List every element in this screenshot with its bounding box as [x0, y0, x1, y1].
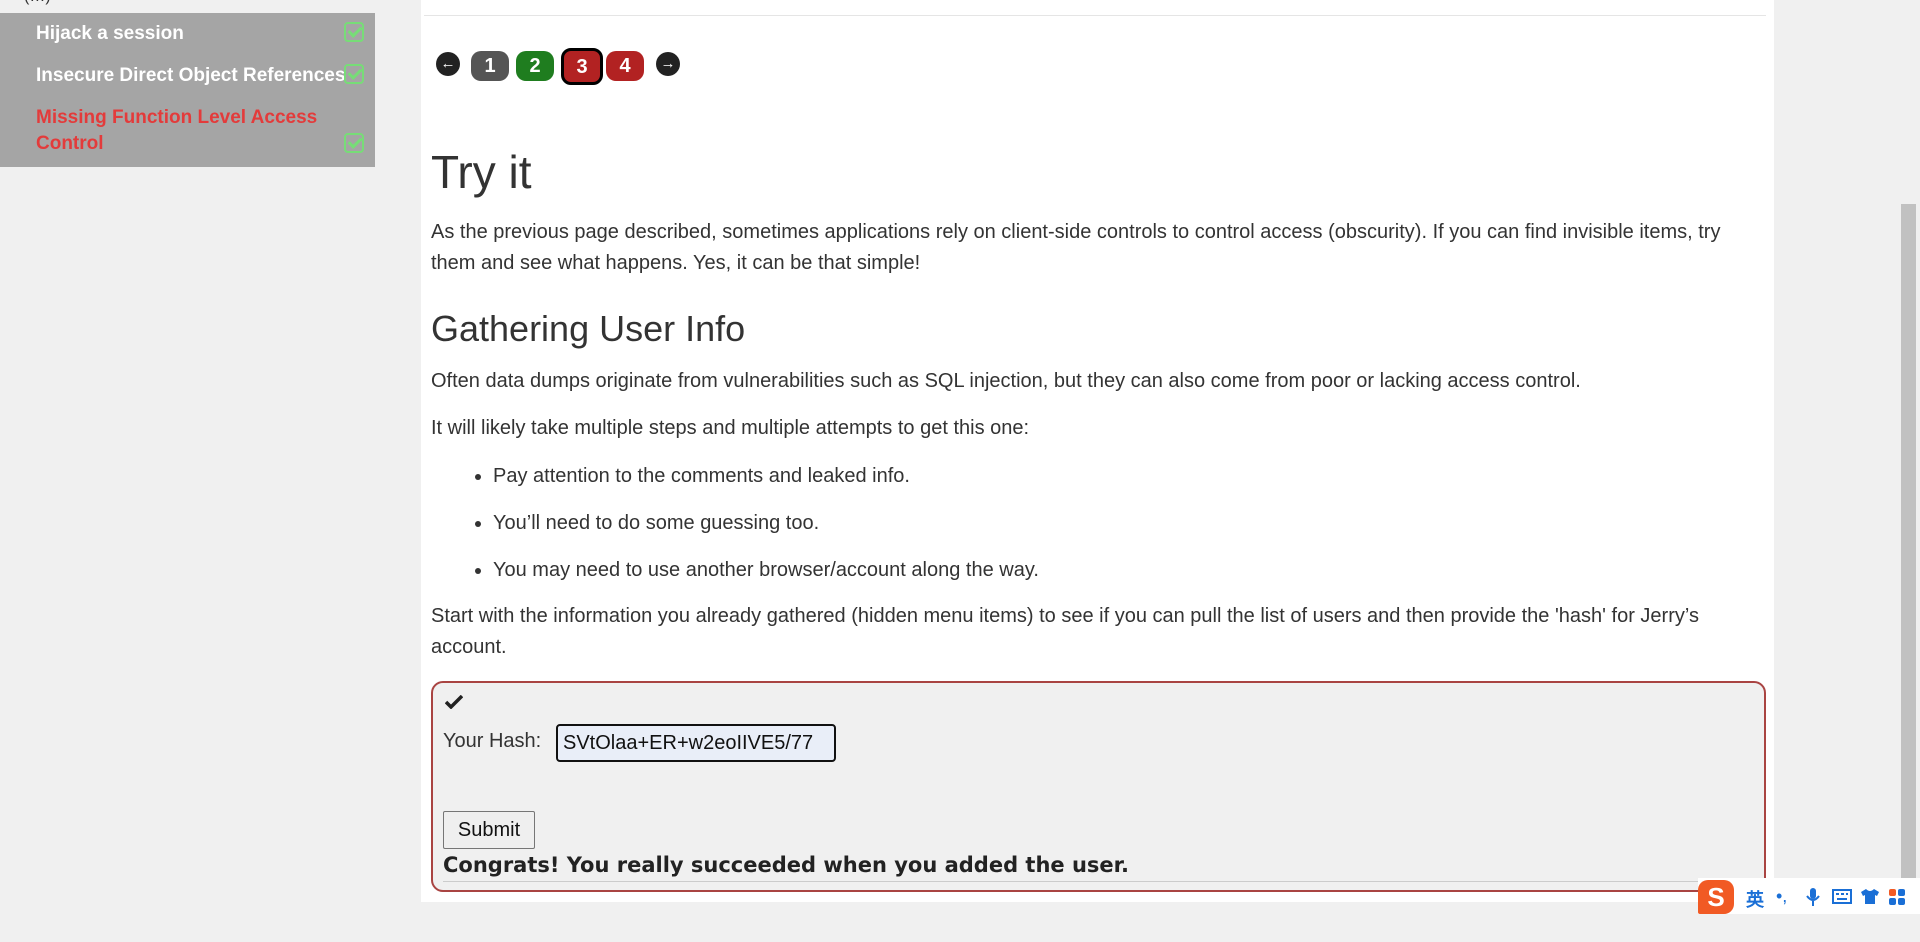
page-title: Try it [431, 146, 532, 198]
paragraph: It will likely take multiple steps and m… [431, 417, 1030, 439]
hash-label: Your Hash: [443, 730, 542, 752]
feedback-message: Congrats! You really succeeded when you … [443, 853, 1129, 877]
page-button-3-current[interactable]: 3 [561, 48, 603, 85]
sidebar-item-idor[interactable]: Insecure Direct Object References [36, 63, 345, 89]
ime-punctuation-toggle[interactable]: •, [1776, 886, 1787, 907]
section-heading: Gathering User Info [431, 308, 746, 349]
sidebar-item-missing-function-level-access-control[interactable]: Missing Function Level Access Control [36, 105, 317, 157]
list-item: You may need to use another browser/acco… [493, 552, 1039, 599]
sidebar-lesson-list: Hijack a session Insecure Direct Object … [0, 13, 375, 167]
page-button-4[interactable]: 4 [606, 51, 644, 81]
sidebar-item-hijack-session[interactable]: Hijack a session [36, 21, 184, 47]
arrow-right-icon[interactable]: → [656, 52, 680, 76]
ime-toolbar: S 英 •, [1698, 878, 1920, 914]
page-scrollbar[interactable] [1897, 0, 1920, 942]
page-button-2[interactable]: 2 [516, 51, 554, 81]
checkmark-icon [445, 695, 463, 709]
hint-list: Pay attention to the comments and leaked… [431, 458, 1039, 599]
scrollbar-thumb[interactable] [1901, 204, 1916, 884]
keyboard-icon[interactable] [1832, 889, 1852, 904]
intro-paragraph: As the previous page described, sometime… [431, 221, 1721, 274]
apps-icon[interactable] [1888, 888, 1906, 906]
submit-button[interactable]: Submit [443, 811, 535, 849]
list-item: Pay attention to the comments and leaked… [493, 458, 1039, 505]
shirt-icon[interactable] [1860, 888, 1880, 905]
check-icon [344, 64, 364, 84]
divider [443, 881, 1761, 882]
hash-input[interactable] [556, 724, 836, 762]
sidebar-item-label-line2: Control [36, 133, 104, 154]
ime-language-toggle[interactable]: 英 [1746, 886, 1764, 912]
sidebar-item-label: Insecure Direct Object References [36, 65, 346, 86]
sidebar-cutoff-text: (…) [24, 0, 51, 6]
check-icon [344, 22, 364, 42]
sogou-logo-icon[interactable]: S [1698, 880, 1734, 914]
sidebar: (…) Hijack a session Insecure Direct Obj… [0, 0, 375, 942]
arrow-left-icon[interactable]: ← [436, 52, 460, 76]
check-icon [344, 133, 364, 153]
sidebar-item-label-line1: Missing Function Level Access [36, 107, 318, 128]
attack-form: Your Hash: Submit Congrats! You really s… [431, 681, 1766, 892]
page-button-1[interactable]: 1 [471, 51, 509, 81]
microphone-icon[interactable] [1806, 888, 1820, 906]
sidebar-item-label: Hijack a session [36, 23, 184, 44]
instructions-paragraph: Start with the information you already g… [431, 605, 1699, 658]
divider [424, 15, 1766, 16]
paragraph: Often data dumps originate from vulnerab… [431, 370, 1581, 392]
list-item: You’ll need to do some guessing too. [493, 505, 1039, 552]
